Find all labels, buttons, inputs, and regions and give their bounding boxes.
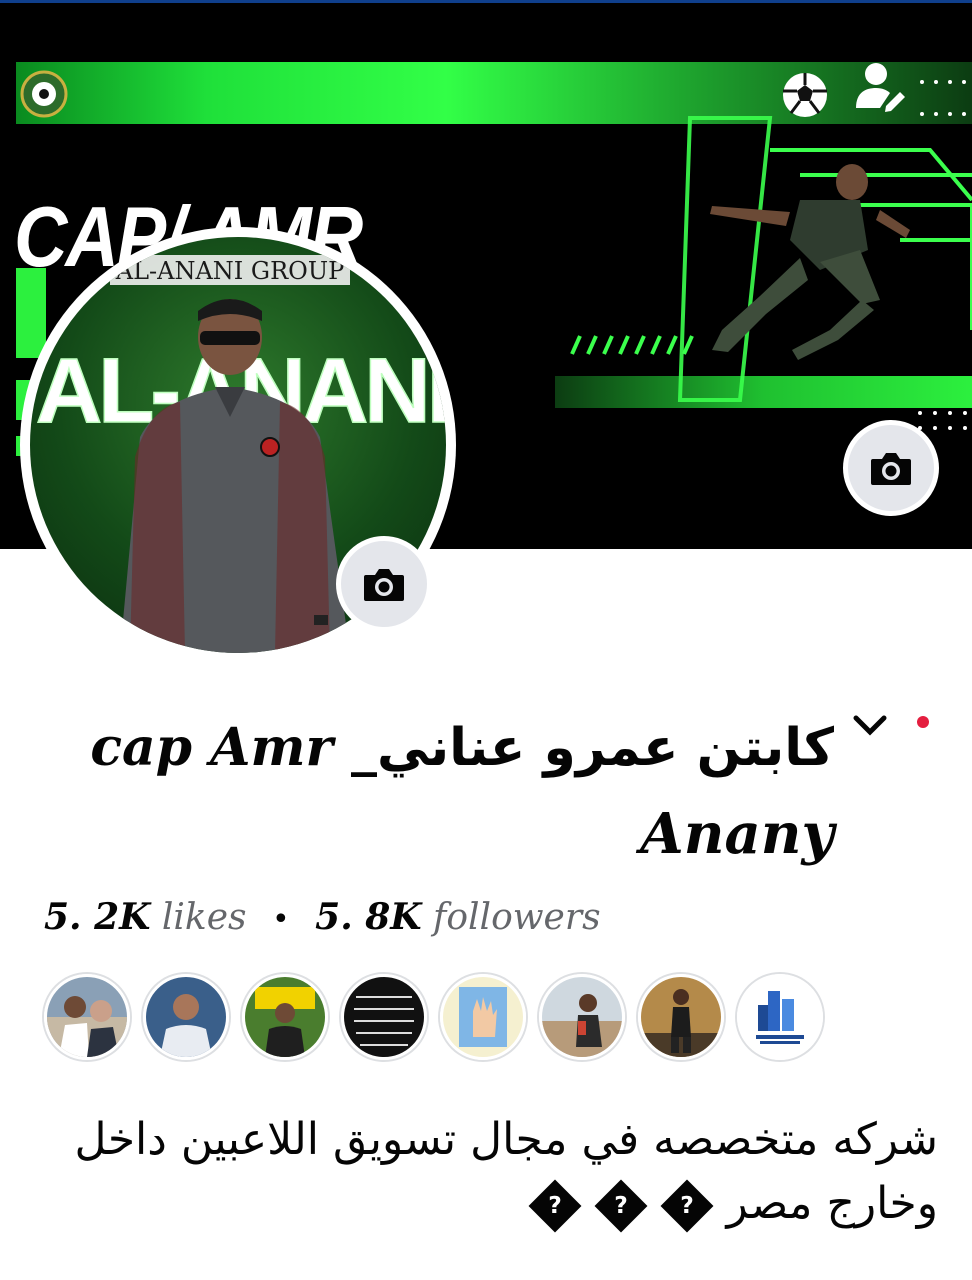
likes-label[interactable]: likes <box>162 897 247 938</box>
profile-name-arabic: كابتن عمرو عناني_ <box>351 718 834 778</box>
football-icon <box>783 73 827 117</box>
profile-name: كابتن عمرو عناني_ cap Amr <box>44 712 834 784</box>
friend-avatar[interactable] <box>440 974 526 1060</box>
unknown-glyph: ? <box>613 1191 628 1220</box>
followers-label[interactable]: followers <box>433 897 601 938</box>
unknown-glyph-icon: ? <box>660 1179 713 1233</box>
chevron-down-icon[interactable] <box>850 710 890 740</box>
unknown-glyph: ? <box>679 1191 694 1220</box>
decorative-dots <box>920 80 966 116</box>
bio-line-2-text: وخارج مصر <box>726 1178 939 1229</box>
profile-stats: 5. 2K likes • 5. 8K followers <box>44 892 601 945</box>
club-logo-icon <box>20 70 68 118</box>
friends-avatars <box>44 974 823 1060</box>
stats-separator: • <box>271 902 290 937</box>
bio-line-1: شركه متخصصه في مجال تسويق اللاعبين داخل <box>74 1114 939 1165</box>
friend-avatar[interactable] <box>638 974 724 1060</box>
friend-avatar[interactable] <box>44 974 130 1060</box>
edit-cover-photo-button[interactable] <box>843 420 939 516</box>
bio-line-2: وخارج مصر ? ? ? <box>38 1172 938 1236</box>
friend-avatar[interactable] <box>539 974 625 1060</box>
edit-profile-picture-button[interactable] <box>336 536 432 632</box>
unknown-glyph-icon: ? <box>528 1179 581 1233</box>
friend-avatar[interactable] <box>737 974 823 1060</box>
unknown-glyph-icon: ? <box>594 1179 647 1233</box>
followers-count[interactable]: 5. 8K <box>315 896 421 938</box>
camera-icon <box>871 453 911 485</box>
likes-count[interactable]: 5. 2K <box>44 896 150 938</box>
friend-avatar[interactable] <box>242 974 328 1060</box>
profile-name-latin: cap Amr <box>90 717 333 778</box>
avatar-banner-text: AL-ANANI GROUP <box>115 257 344 285</box>
camera-icon <box>364 569 404 601</box>
friend-avatar[interactable] <box>341 974 427 1060</box>
friend-avatar[interactable] <box>143 974 229 1060</box>
unknown-glyph: ? <box>547 1191 562 1220</box>
person-icon <box>856 63 905 112</box>
notification-dot <box>917 716 929 728</box>
profile-bio: شركه متخصصه في مجال تسويق اللاعبين داخل … <box>38 1108 938 1236</box>
profile-name-line2: Anany <box>640 801 834 867</box>
